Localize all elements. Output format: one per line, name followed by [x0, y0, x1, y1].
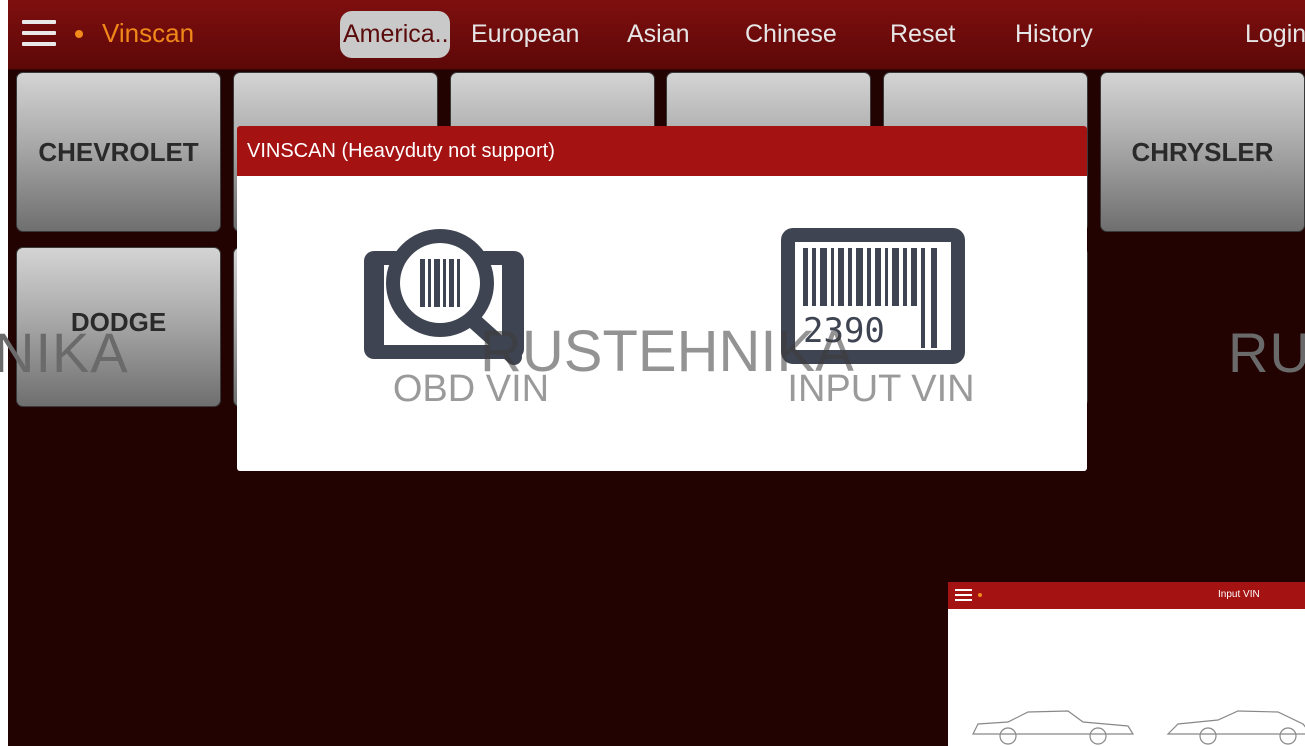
- input-vin-option[interactable]: 2390 INPUT VIN: [764, 216, 1004, 416]
- car-sketch-icon: [1166, 710, 1305, 745]
- top-bar: Vinscan America.. European Asian Chinese…: [8, 0, 1305, 70]
- brand-label: CHEVROLET: [38, 136, 199, 167]
- watermark-right: RU: [1228, 321, 1305, 384]
- barcode-icon: 2390: [781, 228, 965, 364]
- hamburger-menu-icon[interactable]: [22, 20, 56, 48]
- tab-america[interactable]: America..: [340, 11, 450, 58]
- tab-asian[interactable]: Asian: [627, 17, 690, 51]
- barcode-digits: 2390: [803, 311, 885, 351]
- tab-reset[interactable]: Reset: [890, 17, 955, 51]
- thumbnail-menu-icon: [955, 589, 972, 602]
- tab-european[interactable]: European: [471, 17, 579, 51]
- thumbnail-title: Input VIN: [1218, 589, 1260, 600]
- brand-tile-chrysler[interactable]: CHRYSLER: [1100, 72, 1305, 232]
- input-vin-label: INPUT VIN: [787, 368, 975, 410]
- brand-tile-chevrolet[interactable]: CHEVROLET: [16, 72, 221, 232]
- input-vin-preview-thumbnail[interactable]: Input VIN: [948, 582, 1305, 746]
- magnifier-barcode-icon: [364, 229, 524, 365]
- obd-vin-option[interactable]: OBD VIN: [357, 216, 597, 416]
- app-title: Vinscan: [102, 18, 195, 48]
- thumbnail-dot-icon: [978, 593, 982, 597]
- vinscan-dialog: VINSCAN (Heavyduty not support) OBD VIN: [237, 126, 1087, 471]
- dialog-title: VINSCAN (Heavyduty not support): [237, 126, 1087, 176]
- watermark-left: NIKA: [0, 321, 129, 384]
- thumbnail-header: Input VIN: [948, 582, 1305, 609]
- car-sketch-icon: [972, 710, 1135, 745]
- obd-vin-label: OBD VIN: [392, 368, 550, 410]
- tab-login[interactable]: Login: [1245, 17, 1305, 51]
- brand-label: CHRYSLER: [1131, 136, 1274, 167]
- tab-chinese[interactable]: Chinese: [745, 17, 837, 51]
- tab-history[interactable]: History: [1015, 17, 1093, 51]
- status-dot-icon: [75, 30, 83, 38]
